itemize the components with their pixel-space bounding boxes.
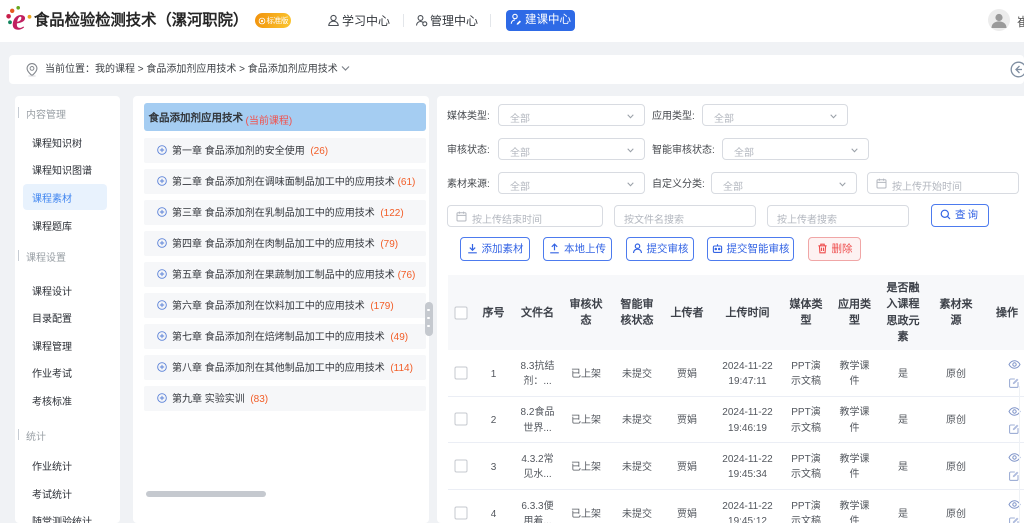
svg-text:e: e	[12, 5, 26, 35]
